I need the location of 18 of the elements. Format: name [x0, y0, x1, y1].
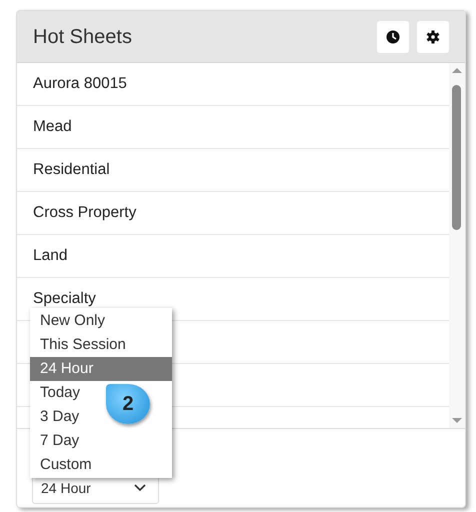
- settings-button[interactable]: [417, 20, 449, 52]
- caret-icon: [134, 484, 146, 492]
- history-button[interactable]: [377, 20, 409, 52]
- panel-title: Hot Sheets: [33, 24, 132, 50]
- list-item[interactable]: Land: [17, 235, 449, 278]
- menu-option[interactable]: Today: [30, 381, 90, 405]
- clock-icon: [386, 30, 400, 44]
- settings-icon: [426, 30, 440, 44]
- menu-option[interactable]: 7 Day: [30, 429, 90, 453]
- menu-option[interactable]: 3 Day: [30, 405, 90, 429]
- list-item[interactable]: Aurora 80015: [17, 63, 449, 106]
- menu-option[interactable]: 24 Hour: [30, 357, 172, 381]
- list-item[interactable]: Residential: [17, 149, 449, 192]
- menu-option[interactable]: This Session: [30, 333, 136, 357]
- list-item[interactable]: Mead: [17, 106, 449, 149]
- scrollbar[interactable]: [449, 63, 465, 428]
- list-item[interactable]: Cross Property: [17, 192, 449, 235]
- scrollbar-thumb[interactable]: [452, 85, 461, 230]
